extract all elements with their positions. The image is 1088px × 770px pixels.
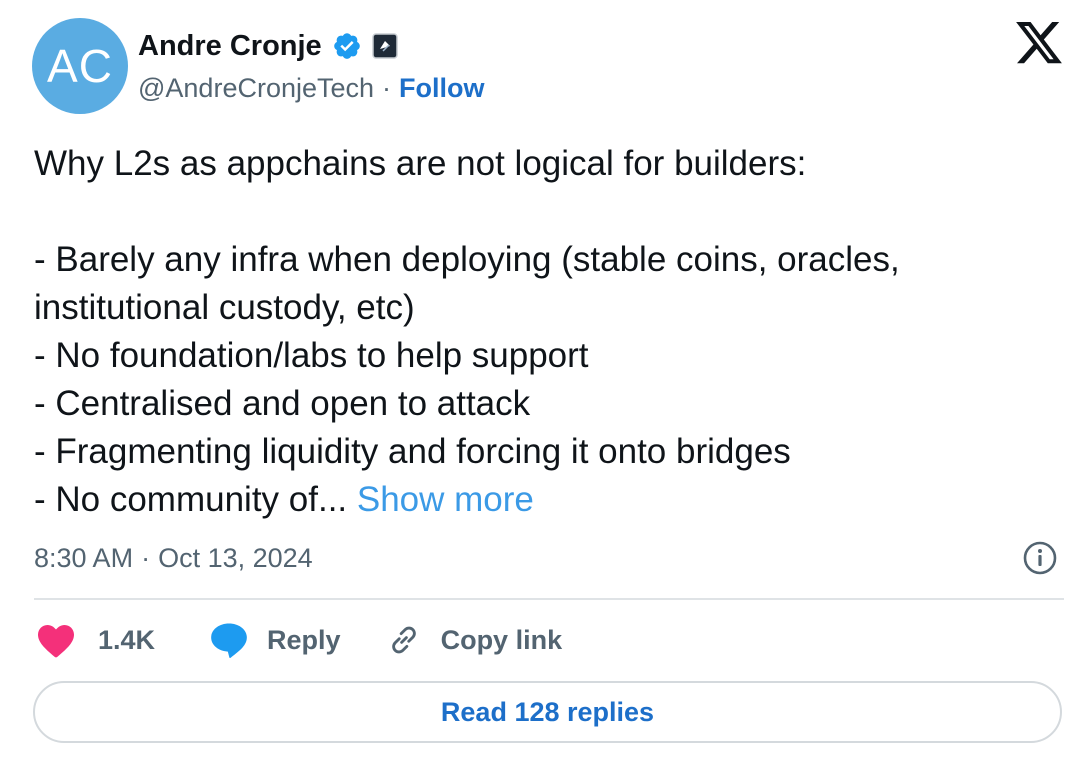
reply-button[interactable]: Reply — [209, 621, 341, 659]
tweet-line: - Barely any infra when deploying (stabl… — [34, 240, 900, 279]
tweet-line: - No foundation/labs to help support — [34, 336, 589, 375]
timestamp-separator: · — [141, 542, 151, 573]
affiliate-badge-icon[interactable] — [371, 33, 398, 59]
author-name-row: Andre Cronje — [138, 26, 398, 66]
heart-icon — [38, 624, 74, 658]
read-replies-button[interactable]: Read 128 replies — [33, 681, 1062, 743]
display-name[interactable]: Andre Cronje — [138, 30, 322, 63]
like-button[interactable]: 1.4K — [36, 622, 155, 658]
show-more-link[interactable]: Show more — [357, 480, 534, 519]
copy-link-button[interactable]: Copy link — [385, 621, 563, 659]
handle-separator: · — [382, 72, 392, 103]
like-count: 1.4K — [98, 624, 156, 655]
x-logo-icon[interactable] — [1016, 22, 1062, 64]
link-icon — [391, 626, 416, 654]
verified-badge-icon — [333, 33, 360, 59]
tweet-line: Why L2s as appchains are not logical for… — [34, 144, 807, 183]
timestamp[interactable]: 8:30 AM · Oct 13, 2024 — [34, 538, 313, 578]
timestamp-time: 8:30 AM — [34, 542, 134, 573]
copy-link-label: Copy link — [440, 624, 563, 655]
author-handle[interactable]: @AndreCronjeTech — [138, 73, 374, 104]
avatar[interactable]: AC — [32, 18, 128, 114]
divider — [34, 598, 1064, 600]
reply-label: Reply — [267, 624, 341, 655]
tweet-line: institutional custody, etc) — [34, 288, 415, 327]
info-icon[interactable] — [1022, 540, 1058, 576]
tweet-text: Why L2s as appchains are not logical for… — [34, 140, 1044, 524]
tweet-card: AC Andre Cronje @AndreCronjeTech · Follo… — [0, 0, 1088, 770]
tweet-line: - Centralised and open to attack — [34, 384, 531, 423]
tweet-line-last: - No community of... Show more — [34, 476, 1044, 524]
tweet-line: - Fragmenting liquidity and forcing it o… — [34, 432, 791, 471]
action-bar: 1.4K Reply Copy link — [36, 618, 562, 662]
avatar-initials: AC — [47, 40, 113, 92]
truncated-text: - No community of... — [34, 480, 348, 519]
follow-button[interactable]: Follow — [399, 73, 484, 104]
reply-bubble-icon — [211, 623, 247, 658]
timestamp-date: Oct 13, 2024 — [158, 542, 313, 573]
handle-row: @AndreCronjeTech · Follow — [138, 70, 485, 106]
